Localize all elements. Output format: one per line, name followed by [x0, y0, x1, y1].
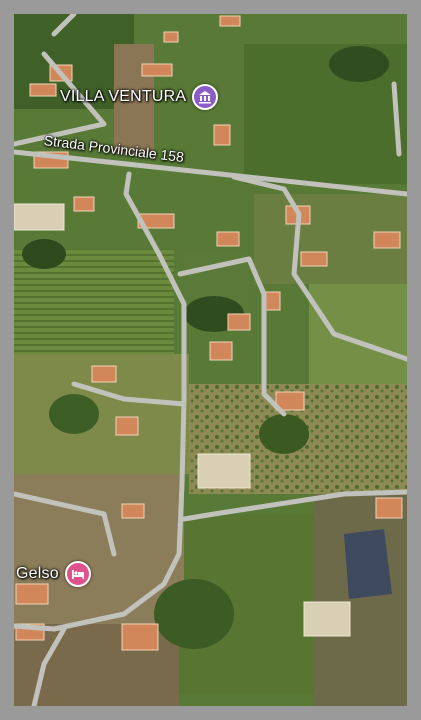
place-gelso[interactable]: Gelso	[16, 561, 91, 587]
hotel-bed-icon[interactable]	[64, 561, 91, 587]
place-villa-ventura[interactable]: VILLA VENTURA	[60, 84, 219, 110]
satellite-imagery	[14, 14, 407, 706]
museum-icon[interactable]	[192, 84, 219, 110]
place-label-villa-ventura: VILLA VENTURA	[60, 88, 187, 105]
place-label-gelso: Gelso	[16, 565, 59, 582]
satellite-map[interactable]: Strada Provinciale 158 VILLA VENTURA Gel…	[14, 14, 407, 706]
